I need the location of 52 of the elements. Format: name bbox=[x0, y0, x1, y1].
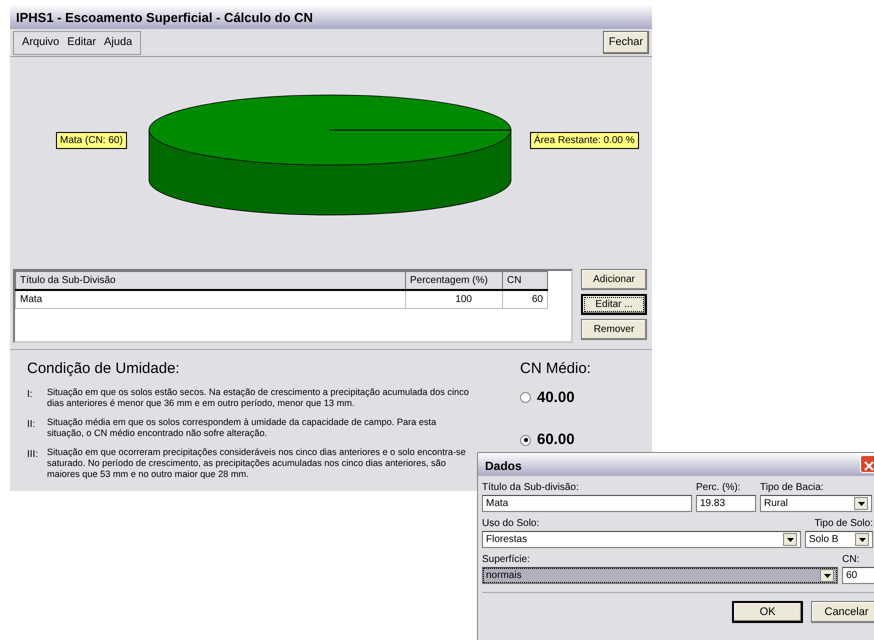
input-field[interactable]: Mata bbox=[482, 495, 692, 512]
caret-icon bbox=[783, 533, 797, 546]
chart-label: Área Restante: 0.00 % bbox=[530, 132, 639, 149]
condition-text: Situação média em que os solos correspondem à umidade da capacidade de campo. Para esta situação, o CN médio encontrado não sofre alteração. bbox=[47, 416, 438, 439]
field-label: Tipo de Bacia: bbox=[760, 481, 825, 495]
cn-option[interactable]: 60.00 bbox=[520, 429, 591, 452]
field-label: Perc. (%): bbox=[696, 481, 742, 495]
dropdown[interactable]: Florestas bbox=[482, 531, 801, 548]
cn-option[interactable]: 40.00 bbox=[520, 386, 591, 409]
table-cell: Mata bbox=[16, 290, 406, 308]
dialog-title: Dados bbox=[485, 459, 522, 473]
close-button[interactable] bbox=[860, 455, 874, 473]
caret-icon bbox=[820, 569, 834, 582]
field-label: Tipo de Solo: bbox=[814, 517, 873, 531]
dropdown[interactable]: Solo B bbox=[805, 531, 873, 548]
dialog-button[interactable]: Cancelar bbox=[811, 601, 874, 623]
input-field[interactable]: 60 bbox=[842, 567, 874, 584]
item-numeral: II: bbox=[27, 418, 36, 432]
chart-label: Mata (CN: 60) bbox=[56, 132, 127, 149]
column-header[interactable]: Percentagem (%) bbox=[406, 272, 502, 290]
section-title: Condição de Umidade: bbox=[27, 359, 181, 379]
close-button[interactable]: Fechar bbox=[602, 31, 649, 54]
item-numeral: III: bbox=[27, 448, 40, 462]
field-label: Título da Sub-divisão: bbox=[482, 481, 580, 495]
table-cell: 60 bbox=[502, 290, 548, 308]
window-title: IPHS1 - Escoamento Superficial - Cálculo do CN bbox=[10, 5, 652, 29]
item-numeral: I: bbox=[27, 388, 34, 402]
caret-icon bbox=[854, 497, 868, 510]
column-header[interactable]: CN bbox=[502, 272, 548, 290]
option-label: 40.00 bbox=[537, 388, 575, 408]
menu-item[interactable]: Arquivo bbox=[22, 34, 60, 51]
input-field[interactable]: 19.83 bbox=[696, 495, 756, 512]
dropdown[interactable]: Rural bbox=[760, 495, 872, 512]
action-button[interactable]: Editar ... bbox=[581, 294, 647, 315]
dropdown[interactable]: normais bbox=[482, 567, 838, 584]
radio-button[interactable] bbox=[520, 392, 531, 404]
table-cell: 100 bbox=[406, 290, 502, 308]
action-button[interactable]: Adicionar bbox=[581, 269, 647, 290]
field-label: Superfície: bbox=[482, 553, 531, 567]
condition-text: Situação em que ocorreram precipitações consideráveis nos cinco dias anteriores e o solo encontra-se saturado. No período de crescimento, as precipitações acumuladas nos cinco dias anteriores, são maiores que 53 mm e no outro maior que 28 mm. bbox=[47, 446, 467, 480]
option-label: 60.00 bbox=[537, 430, 575, 450]
section-title: CN Médio: bbox=[520, 359, 591, 379]
menu-item[interactable]: Ajuda bbox=[104, 34, 132, 51]
caret-icon bbox=[855, 533, 869, 546]
action-button[interactable]: Remover bbox=[581, 319, 647, 340]
field-label: Uso do Solo: bbox=[482, 517, 540, 531]
radio-button[interactable] bbox=[520, 434, 531, 446]
condition-text: Situação em que os solos estão secos. Na estação de crescimento a precipitação acumulada dos cinco dias anteriores é menor que 36 mm e em outro período, menor que 13 mm. bbox=[47, 386, 470, 409]
menu-item[interactable]: Editar bbox=[67, 34, 96, 51]
column-header[interactable]: Título da Sub-Divisão bbox=[16, 272, 406, 290]
field-label: CN: bbox=[842, 553, 860, 567]
dialog-button[interactable]: OK bbox=[732, 601, 804, 623]
